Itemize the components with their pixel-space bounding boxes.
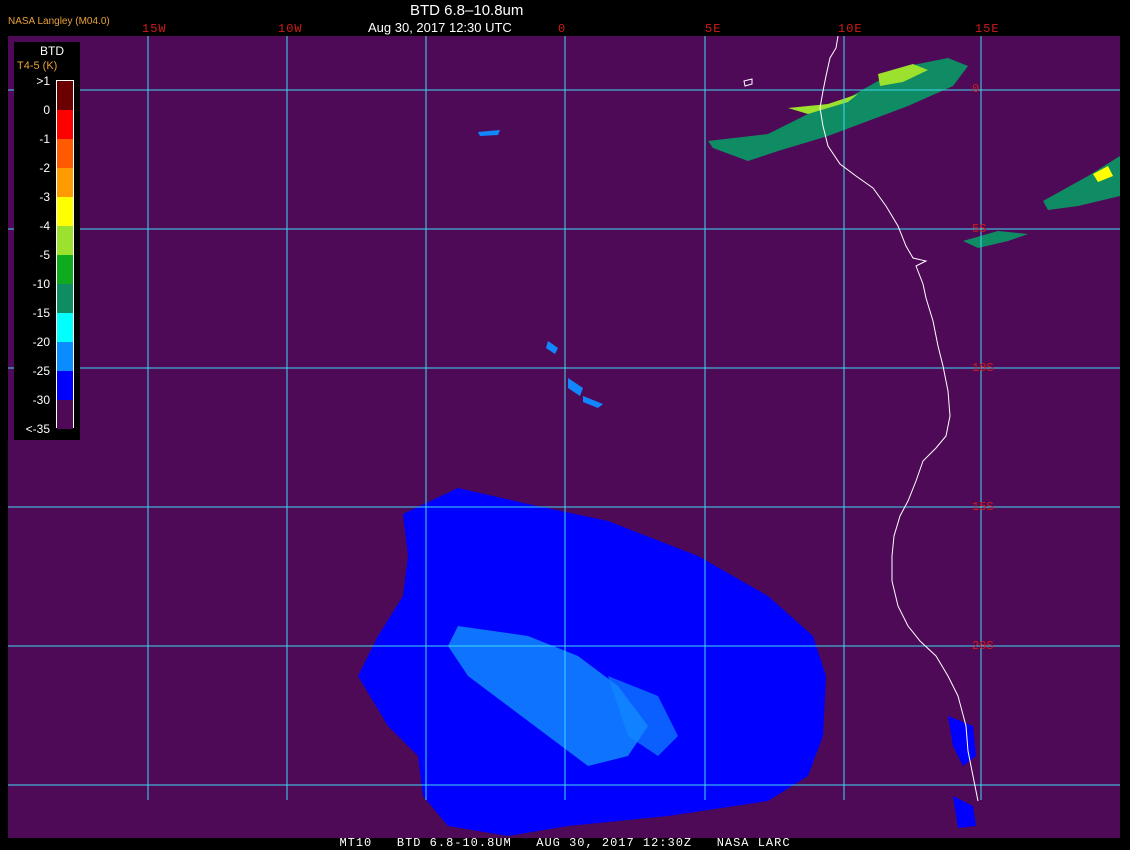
legend-tick: >1: [36, 74, 50, 88]
legend-swatch: [57, 226, 73, 255]
map-image: [8, 36, 1120, 836]
legend-tick: -3: [39, 190, 50, 204]
lat-label-5s: 5S: [972, 222, 987, 236]
lat-label-10s: 10S: [972, 361, 994, 375]
island-outline: [743, 78, 753, 87]
legend-tick: -5: [39, 248, 50, 262]
legend-swatch: [57, 110, 73, 139]
page-title: BTD 6.8–10.8um: [410, 2, 524, 19]
lon-label-10e: 10E: [838, 22, 863, 36]
legend-tick: -20: [32, 335, 50, 349]
lon-label-15w: 15W: [142, 22, 167, 36]
cloud-field-north: [478, 58, 1120, 248]
legend-tick: -4: [39, 219, 50, 233]
legend-tick: -15: [32, 306, 50, 320]
legend-swatch: [57, 197, 73, 226]
legend-swatch: [57, 139, 73, 168]
legend-swatch: [57, 342, 73, 371]
legend-tick: -2: [39, 161, 50, 175]
legend-tick: <-35: [25, 422, 50, 436]
legend-tick: -10: [32, 277, 50, 291]
lon-label-10w: 10W: [278, 22, 303, 36]
legend-swatch: [57, 255, 73, 284]
provider-label: NASA Langley (M04.0): [8, 16, 110, 27]
legend-swatch: [57, 313, 73, 342]
map-area[interactable]: [8, 36, 1120, 838]
footer-caption: MT10 BTD 6.8-10.8UM AUG 30, 2017 12:30Z …: [339, 836, 791, 850]
legend-swatch: [57, 371, 73, 400]
legend-swatch: [57, 81, 73, 110]
timestamp: Aug 30, 2017 12:30 UTC: [368, 20, 512, 35]
lat-label-20s: 20S: [972, 639, 994, 653]
cloud-field-south: [358, 341, 976, 836]
legend-swatch: [57, 168, 73, 197]
lon-label-0: 0: [558, 22, 567, 36]
lat-label-15s: 15S: [972, 500, 994, 514]
legend-subtitle: T4-5 (K): [17, 60, 58, 72]
legend-tick: -1: [39, 132, 50, 146]
color-legend: BTD T4-5 (K) >1 0 -1 -2 -3 -4 -5 -10 -15 -20 -25 -3…: [14, 42, 80, 440]
legend-swatch: [57, 400, 73, 429]
lon-label-5e: 5E: [705, 22, 722, 36]
legend-swatch: [57, 284, 73, 313]
lat-label-0: 0: [972, 82, 980, 96]
legend-tick: -25: [32, 364, 50, 378]
legend-title: BTD: [40, 44, 64, 58]
legend-tick: 0: [43, 103, 50, 117]
legend-tick: -30: [32, 393, 50, 407]
legend-colorbar: [56, 80, 74, 429]
lon-label-15e: 15E: [975, 22, 1000, 36]
